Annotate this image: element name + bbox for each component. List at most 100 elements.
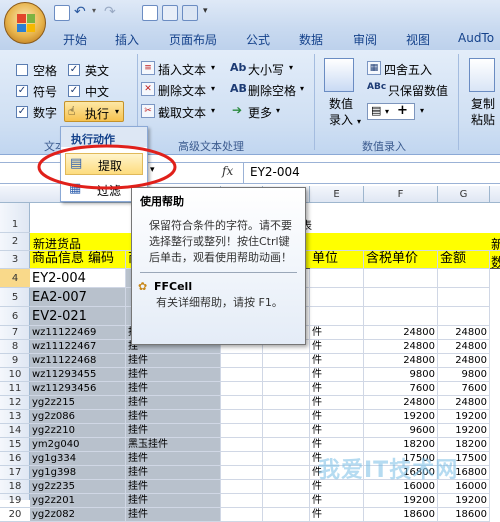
cell-code[interactable]: yg2z086: [30, 410, 126, 424]
cell-amount[interactable]: 18200: [438, 438, 490, 452]
checkbox-space[interactable]: [16, 64, 28, 76]
cell-amount[interactable]: 9800: [438, 368, 490, 382]
cell-price[interactable]: 24800: [364, 340, 438, 354]
cell-price[interactable]: [364, 269, 438, 288]
cell-price[interactable]: 7600: [364, 382, 438, 396]
cell-unit[interactable]: 件: [310, 382, 364, 396]
chevron-down-icon[interactable]: ▾: [211, 84, 215, 93]
row-header[interactable]: 17: [0, 466, 30, 480]
print-preview-icon[interactable]: [162, 5, 178, 21]
cell-amount[interactable]: 24800: [438, 396, 490, 410]
form-icon[interactable]: [182, 5, 198, 21]
office-button[interactable]: [4, 2, 46, 44]
row-header[interactable]: 13: [0, 410, 30, 424]
cell-unit[interactable]: 件: [310, 368, 364, 382]
row-header[interactable]: 4: [0, 269, 30, 288]
cell-code[interactable]: wz11122467: [30, 340, 126, 354]
cell-unit[interactable]: 件: [310, 424, 364, 438]
cell-product[interactable]: 挂件: [126, 354, 221, 368]
cell-amount[interactable]: 24800: [438, 326, 490, 340]
row-header[interactable]: 3: [0, 251, 30, 269]
cell-amount[interactable]: 19200: [438, 494, 490, 508]
cell-price[interactable]: 9600: [364, 424, 438, 438]
formula-input[interactable]: EY2-004: [250, 165, 300, 179]
cell-c[interactable]: [221, 480, 263, 494]
row-header[interactable]: 7: [0, 326, 30, 340]
cell-price[interactable]: 19200: [364, 494, 438, 508]
cell-product[interactable]: 挂件: [126, 466, 221, 480]
cell-d[interactable]: [263, 354, 310, 368]
cell-c[interactable]: [221, 424, 263, 438]
new-goods-label[interactable]: 新进货品: [33, 235, 81, 252]
cell-amount[interactable]: 24800: [438, 354, 490, 368]
cell-amount[interactable]: 24800: [438, 340, 490, 354]
cell-amount[interactable]: [438, 288, 490, 307]
cell-price[interactable]: [364, 307, 438, 326]
cell-unit[interactable]: 件: [310, 354, 364, 368]
cell-c[interactable]: [221, 354, 263, 368]
cell-d[interactable]: [263, 466, 310, 480]
row-header[interactable]: 10: [0, 368, 30, 382]
cell-d[interactable]: [263, 368, 310, 382]
cell-d[interactable]: [263, 382, 310, 396]
plus-icon[interactable]: +: [397, 103, 408, 118]
cell-product[interactable]: 挂件: [126, 382, 221, 396]
cell-product[interactable]: 黑玉挂件: [126, 438, 221, 452]
redo-icon[interactable]: ↷: [104, 4, 116, 20]
number-format-selector[interactable]: ▤ ▾ +: [367, 103, 415, 120]
header-unit[interactable]: 单位: [310, 251, 364, 269]
delete-space-button[interactable]: 删除空格: [248, 82, 296, 99]
cell-unit[interactable]: 件: [310, 410, 364, 424]
tab-formulas[interactable]: 公式: [246, 31, 270, 48]
delete-text-button[interactable]: 删除文本: [158, 82, 206, 99]
tab-audto[interactable]: AudTo: [458, 31, 494, 45]
cell-c[interactable]: [221, 382, 263, 396]
tab-view[interactable]: 视图: [406, 31, 430, 48]
cell-product[interactable]: 挂件: [126, 396, 221, 410]
column-header-f[interactable]: F: [364, 186, 438, 203]
header-code[interactable]: 编码: [86, 251, 126, 269]
keep-number-button[interactable]: 只保留数值: [388, 82, 448, 99]
chevron-down-icon[interactable]: ▾: [420, 106, 424, 115]
cell-c[interactable]: [221, 452, 263, 466]
cell-amount[interactable]: 19200: [438, 410, 490, 424]
row-header[interactable]: 15: [0, 438, 30, 452]
row-header[interactable]: 18: [0, 480, 30, 494]
cell-d[interactable]: [263, 480, 310, 494]
cell-d[interactable]: [263, 424, 310, 438]
qat-customize-icon[interactable]: ▾: [203, 6, 208, 16]
function-icon[interactable]: fx: [222, 164, 233, 178]
cell-product[interactable]: 挂件: [126, 494, 221, 508]
cell-code[interactable]: yg1g334: [30, 452, 126, 466]
chevron-down-icon[interactable]: ▾: [276, 106, 280, 115]
checkbox-english[interactable]: ✓: [68, 64, 80, 76]
cell-c[interactable]: [221, 494, 263, 508]
cell-price[interactable]: 24800: [364, 326, 438, 340]
cell-price[interactable]: 24800: [364, 354, 438, 368]
copy-paste-button[interactable]: 复制粘贴: [466, 96, 500, 128]
checkbox-chinese[interactable]: ✓: [68, 85, 80, 97]
tab-insert[interactable]: 插入: [115, 31, 139, 48]
cell-unit[interactable]: 件: [310, 340, 364, 354]
row-header[interactable]: 9: [0, 354, 30, 368]
cell-code[interactable]: EA2-007: [30, 288, 126, 307]
cell-product[interactable]: 挂件: [126, 368, 221, 382]
cell-amount[interactable]: 7600: [438, 382, 490, 396]
cell-unit[interactable]: 件: [310, 396, 364, 410]
case-button[interactable]: 大小写: [248, 61, 284, 78]
cell-d[interactable]: [263, 438, 310, 452]
cell-product[interactable]: 挂件: [126, 424, 221, 438]
cell-price[interactable]: 9800: [364, 368, 438, 382]
cell-c[interactable]: [221, 508, 263, 522]
cell-code[interactable]: yg2z201: [30, 494, 126, 508]
row-header[interactable]: 11: [0, 382, 30, 396]
cell-code[interactable]: yg1g398: [30, 466, 126, 480]
cell-code[interactable]: yg2z215: [30, 396, 126, 410]
header-amount[interactable]: 金额: [438, 251, 490, 269]
row-header[interactable]: 1: [0, 203, 30, 233]
more-button[interactable]: 更多: [248, 104, 272, 121]
row-header[interactable]: 16: [0, 452, 30, 466]
cell-product[interactable]: 挂件: [126, 508, 221, 522]
save-icon[interactable]: [54, 5, 70, 21]
row-header[interactable]: 20: [0, 508, 30, 522]
